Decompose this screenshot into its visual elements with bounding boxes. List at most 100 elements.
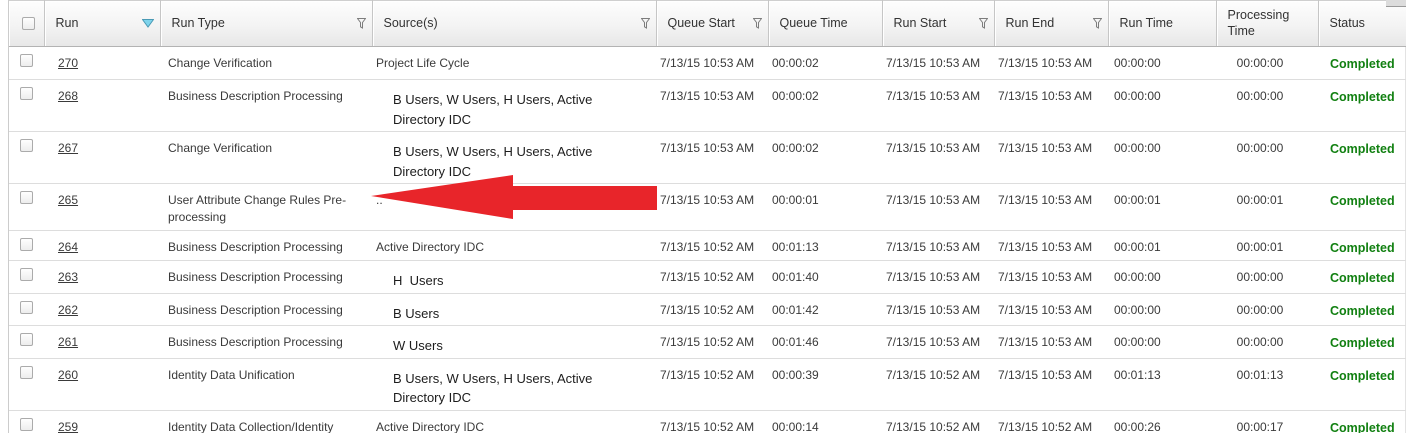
row-checkbox[interactable]	[20, 333, 33, 346]
run-id-cell: 270	[44, 47, 160, 80]
run-id-link[interactable]: 263	[58, 270, 78, 284]
run-start-cell: 7/13/15 10:53 AM	[882, 184, 994, 231]
run-start-cell: 7/13/15 10:52 AM	[882, 410, 994, 433]
queue-start-cell: 7/13/15 10:53 AM	[656, 47, 768, 80]
run-end-cell: 7/13/15 10:53 AM	[994, 326, 1108, 359]
row-checkbox[interactable]	[20, 418, 33, 431]
filter-funnel-icon[interactable]	[641, 18, 650, 29]
column-header-label: Run	[56, 16, 79, 32]
sources-text: B Users	[393, 304, 439, 324]
sources-cell: B Users, W Users, H Users, Active Direct…	[372, 358, 656, 410]
processing-time-cell: 00:01:13	[1216, 358, 1318, 410]
scrollbar-corner[interactable]	[1386, 0, 1406, 7]
run-start-cell: 7/13/15 10:52 AM	[882, 358, 994, 410]
run-id-link[interactable]: 260	[58, 368, 78, 382]
processing-time-cell: 00:00:01	[1216, 184, 1318, 231]
filter-funnel-icon[interactable]	[979, 18, 988, 29]
sources-cell: H Users	[372, 261, 656, 294]
queue-time-cell: 00:01:42	[768, 293, 882, 326]
run-id-link[interactable]: 270	[58, 56, 78, 70]
sources-cell: Project Life Cycle	[372, 47, 656, 80]
processing-time-cell: 00:00:17	[1216, 410, 1318, 433]
column-header-run[interactable]: Run	[44, 1, 160, 47]
run-id-link[interactable]: 267	[58, 141, 78, 155]
filter-funnel-icon[interactable]	[357, 18, 366, 29]
select-all-checkbox[interactable]	[22, 17, 35, 30]
column-header-qstart[interactable]: Queue Start	[656, 1, 768, 47]
row-checkbox-cell	[9, 132, 44, 184]
queue-start-cell: 7/13/15 10:53 AM	[656, 132, 768, 184]
row-checkbox[interactable]	[20, 139, 33, 152]
filter-funnel-icon[interactable]	[1093, 18, 1102, 29]
table-header: Run Run Type Source(s) Queue Start Queue Tim…	[9, 1, 1406, 47]
sources-text: B Users, W Users, H Users, Active Direct…	[393, 369, 629, 408]
column-header-runtype[interactable]: Run Type	[160, 1, 372, 47]
run-type-cell: Business Description Processing	[160, 293, 372, 326]
row-checkbox[interactable]	[20, 366, 33, 379]
table-row-run-262: 262 Business Description Processing B User…	[9, 293, 1406, 326]
row-checkbox[interactable]	[20, 191, 33, 204]
queue-time-cell: 00:01:40	[768, 261, 882, 294]
row-checkbox-cell	[9, 231, 44, 261]
run-id-cell: 260	[44, 358, 160, 410]
table-row-run-267: 267Change VerificationB Users, W Users, …	[9, 132, 1406, 184]
run-id-link[interactable]: 265	[58, 193, 78, 207]
run-id-link[interactable]: 259	[58, 420, 78, 433]
status-cell: Completed	[1318, 132, 1406, 184]
run-id-cell: 259	[44, 410, 160, 433]
row-checkbox-cell	[9, 358, 44, 410]
row-checkbox[interactable]	[20, 87, 33, 100]
column-header-status[interactable]: Status	[1318, 1, 1406, 47]
queue-time-cell: 00:00:02	[768, 80, 882, 132]
sort-filter-triangle-icon[interactable]	[142, 19, 154, 28]
status-cell: Completed	[1318, 80, 1406, 132]
column-header-label: Queue Time	[780, 16, 848, 32]
column-header-rtime[interactable]: Run Time	[1108, 1, 1216, 47]
queue-time-cell: 00:00:02	[768, 132, 882, 184]
queue-start-cell: 7/13/15 10:53 AM	[656, 184, 768, 231]
row-checkbox[interactable]	[20, 268, 33, 281]
filter-funnel-icon[interactable]	[753, 18, 762, 29]
run-id-link[interactable]: 261	[58, 335, 78, 349]
run-end-cell: 7/13/15 10:53 AM	[994, 47, 1108, 80]
column-header-check[interactable]	[9, 1, 44, 47]
run-end-cell: 7/13/15 10:53 AM	[994, 80, 1108, 132]
run-time-cell: 00:00:00	[1108, 326, 1216, 359]
row-checkbox-cell	[9, 47, 44, 80]
status-cell: Completed	[1318, 410, 1406, 433]
column-header-label: Run Time	[1120, 16, 1174, 32]
status-cell: Completed	[1318, 358, 1406, 410]
column-header-label: Source(s)	[384, 16, 438, 32]
column-header-ptime[interactable]: Processing Time	[1216, 1, 1318, 47]
run-id-link[interactable]: 264	[58, 240, 78, 254]
column-header-rend[interactable]: Run End	[994, 1, 1108, 47]
run-id-link[interactable]: 268	[58, 89, 78, 103]
run-type-cell: Business Description Processing	[160, 326, 372, 359]
run-end-cell: 7/13/15 10:53 AM	[994, 293, 1108, 326]
run-start-cell: 7/13/15 10:53 AM	[882, 80, 994, 132]
sources-text: Project Life Cycle	[376, 56, 469, 70]
run-time-cell: 00:01:13	[1108, 358, 1216, 410]
queue-start-cell: 7/13/15 10:52 AM	[656, 293, 768, 326]
column-header-label: Run Type	[172, 16, 225, 32]
row-checkbox-cell	[9, 326, 44, 359]
status-badge: Completed	[1330, 142, 1395, 156]
row-checkbox-cell	[9, 80, 44, 132]
run-id-cell: 268	[44, 80, 160, 132]
status-cell: Completed	[1318, 184, 1406, 231]
row-checkbox[interactable]	[20, 301, 33, 314]
column-header-label: Run Start	[894, 16, 947, 32]
column-header-rstart[interactable]: Run Start	[882, 1, 994, 47]
row-checkbox[interactable]	[20, 238, 33, 251]
header-row: Run Run Type Source(s) Queue Start Queue Tim…	[9, 1, 1406, 47]
column-header-source[interactable]: Source(s)	[372, 1, 656, 47]
row-checkbox[interactable]	[20, 54, 33, 67]
column-header-label: Queue Start	[668, 16, 735, 32]
column-header-qtime[interactable]: Queue Time	[768, 1, 882, 47]
run-id-link[interactable]: 262	[58, 303, 78, 317]
processing-time-cell: 00:00:00	[1216, 132, 1318, 184]
run-id-cell: 262	[44, 293, 160, 326]
run-type-cell: Change Verification	[160, 47, 372, 80]
status-badge: Completed	[1330, 336, 1395, 350]
column-header-label: Processing Time	[1228, 8, 1312, 39]
